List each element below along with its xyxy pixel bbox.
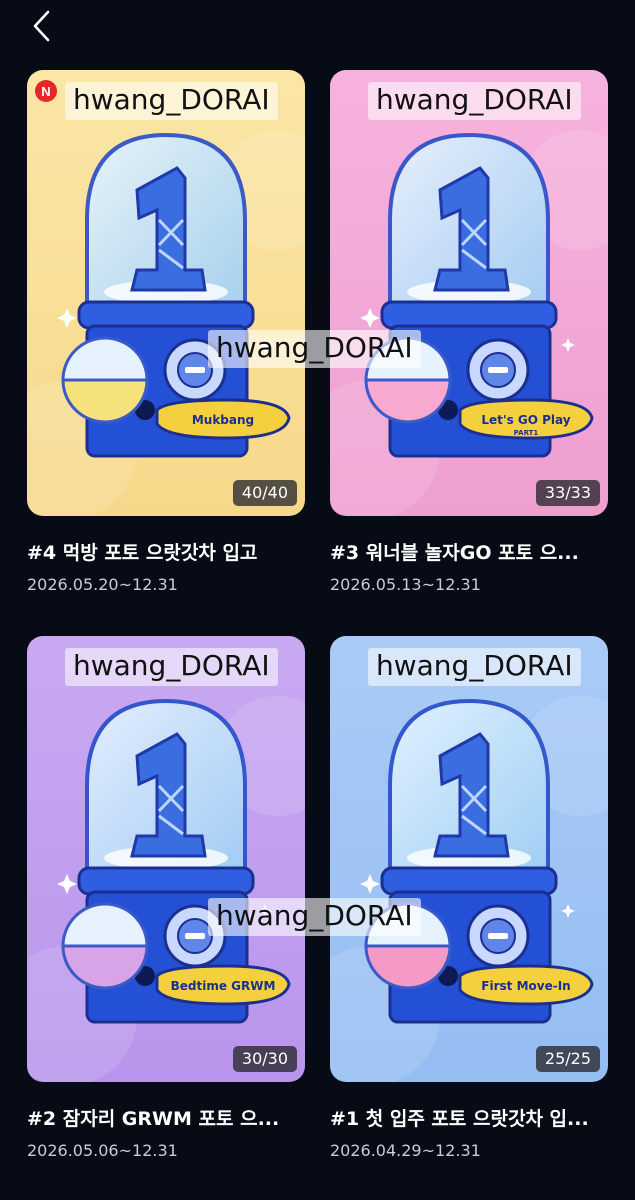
card-title: #3 워너블 놀자GO 포토 으... (330, 542, 579, 564)
count-badge: 30/30 (232, 1046, 297, 1072)
capsule-label: Let's GO Play (481, 413, 570, 427)
card-date-range: 2026.04.29~12.31 (330, 1141, 481, 1160)
card-date-range: 2026.05.20~12.31 (27, 575, 178, 594)
card-thumbnail: Let's GO Play PART1 hwang_DORAI 33/33 (330, 70, 608, 516)
card-date-range: 2026.05.13~12.31 (330, 575, 481, 594)
count-badge: 40/40 (232, 480, 297, 506)
card-date-range: 2026.05.06~12.31 (27, 1141, 178, 1160)
count-badge: 33/33 (535, 480, 600, 506)
gacha-machine-illustration: First Move-In (330, 636, 608, 1082)
card-thumbnail: First Move-In hwang_DORAI 25/25 (330, 636, 608, 1082)
capsule-label: First Move-In (481, 979, 570, 993)
gacha-machine-illustration: Mukbang (27, 70, 305, 516)
watermark-overlay-bottom: hwang_DORAI (208, 898, 421, 936)
count-badge: 25/25 (535, 1046, 600, 1072)
watermark-label: hwang_DORAI (65, 82, 278, 120)
new-badge: N (35, 80, 57, 102)
watermark-label: hwang_DORAI (65, 648, 278, 686)
watermark-overlay-top: hwang_DORAI (208, 330, 421, 368)
card-title: #2 잠자리 GRWM 포토 으... (27, 1108, 280, 1130)
gacha-machine-illustration: Let's GO Play PART1 (330, 70, 608, 516)
card-title: #1 첫 입주 포토 으랏갓차 입... (330, 1108, 589, 1130)
watermark-label: hwang_DORAI (368, 648, 581, 686)
capsule-label: Bedtime GRWM (171, 979, 276, 993)
capsule-label: Mukbang (192, 413, 254, 427)
card-thumbnail: Mukbang Nhwang_DORAI 40/40 (27, 70, 305, 516)
gacha-machine-illustration: Bedtime GRWM (27, 636, 305, 1082)
top-bar (0, 0, 635, 56)
card-title: #4 먹방 포토 으랏갓차 입고 (27, 542, 258, 564)
watermark-label: hwang_DORAI (368, 82, 581, 120)
chevron-left-icon (33, 10, 50, 42)
card-thumbnail: Bedtime GRWM hwang_DORAI 30/30 (27, 636, 305, 1082)
capsule-sublabel: PART1 (514, 429, 539, 437)
back-button[interactable] (22, 6, 62, 46)
